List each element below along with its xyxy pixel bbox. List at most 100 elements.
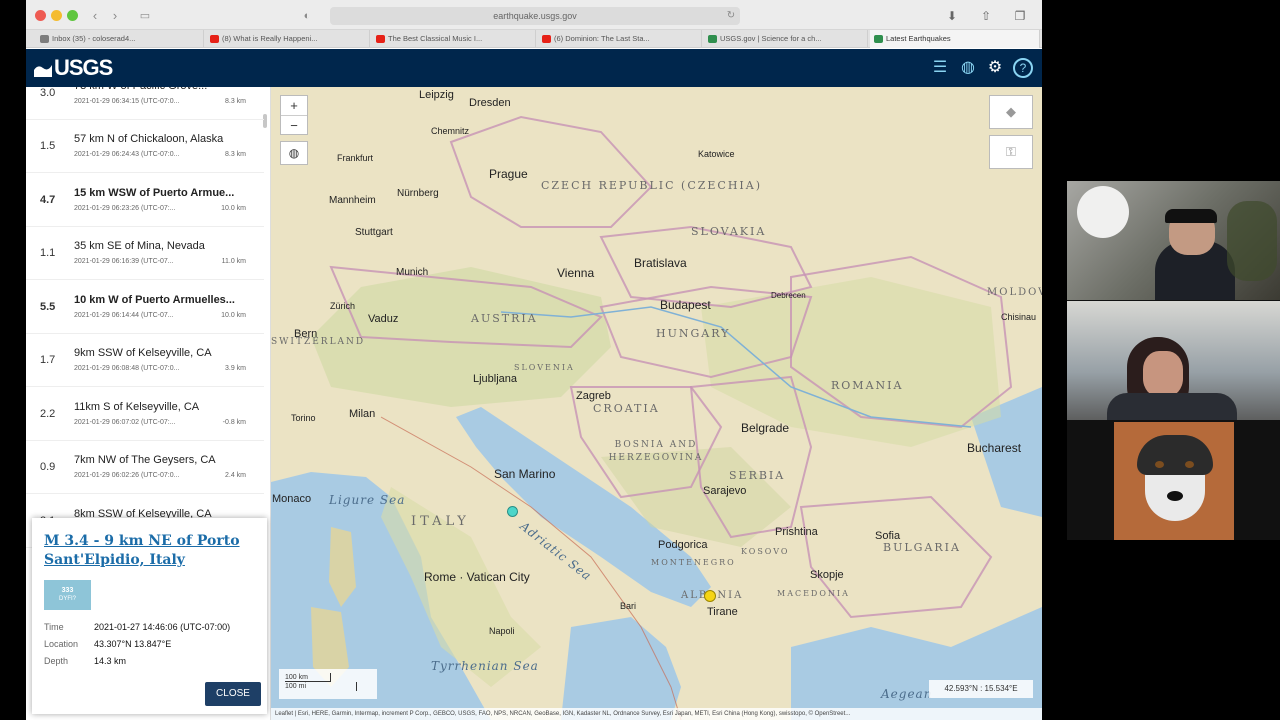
- earthquake-place: 15 km WSW of Puerto Armue...: [74, 187, 235, 199]
- earthquake-depth: 10.0 km: [221, 205, 246, 212]
- earthquake-magnitude: 0.9: [40, 461, 56, 473]
- earthquake-time: 2021-01-29 06:02:26 (UTC-07:0...: [74, 472, 180, 479]
- earthquake-list-item[interactable]: 5.5 10 km W of Puerto Armuelles... 2021-01…: [26, 281, 264, 334]
- country-label: ROMANIA: [831, 379, 904, 392]
- dog-eye-right: [1185, 461, 1194, 468]
- usgs-header: USGS ☰ ◍ ⚙ ?: [26, 49, 1042, 87]
- tab-youtube-2[interactable]: The Best Classical Music I...: [372, 30, 536, 48]
- map-view[interactable]: + − ◍ ◆ ⚿ CZECH REPUBLIC (CZECHIA) SLOVA…: [271, 87, 1042, 720]
- country-label: HUNGARY: [656, 327, 731, 340]
- download-icon[interactable]: ⬇: [944, 8, 960, 24]
- dog-nose: [1167, 491, 1183, 501]
- person-cap: [1165, 209, 1217, 223]
- help-icon[interactable]: ?: [1013, 58, 1033, 78]
- city-label: Bratislava: [634, 256, 687, 270]
- country-label: BULGARIA: [883, 541, 961, 554]
- youtube-icon: [542, 35, 551, 43]
- close-button[interactable]: CLOSE: [205, 682, 261, 706]
- city-label: Milan: [349, 408, 376, 420]
- city-label: Katowice: [698, 149, 735, 159]
- usgs-logo[interactable]: USGS: [34, 56, 113, 80]
- earthquake-depth: 10.0 km: [221, 312, 246, 319]
- screen: ‹ › ▭ ◐ earthquake.usgs.gov ↻ ⬇ ⇧ ❐ Inbo…: [0, 0, 1280, 720]
- earthquake-place: 57 km N of Chickaloon, Alaska: [74, 133, 224, 145]
- city-label: Napoli: [489, 626, 515, 636]
- zoom-in-button[interactable]: +: [281, 96, 307, 116]
- earthquake-list-item[interactable]: 1.7 9km SSW of Kelseyville, CA 2021-01-29 …: [26, 334, 264, 387]
- shield-icon[interactable]: ◐: [298, 8, 316, 24]
- tab-latest-earthquakes[interactable]: Latest Earthquakes: [870, 30, 1040, 48]
- zoom-out-button[interactable]: −: [281, 116, 307, 135]
- earthquake-list-item[interactable]: 3.0 73 km W of Pacific Grove... 2021-01-29…: [26, 87, 264, 120]
- key-icon[interactable]: ⚿: [989, 135, 1033, 169]
- earthquake-list-item[interactable]: 1.5 57 km N of Chickaloon, Alaska 2021-01-…: [26, 120, 264, 173]
- reload-icon[interactable]: ↻: [722, 8, 740, 24]
- city-label: Belgrade: [741, 421, 790, 435]
- layers-icon[interactable]: ◆: [989, 95, 1033, 129]
- city-label: San Marino: [494, 467, 556, 481]
- location-value: 43.307°N 13.847°E: [94, 639, 172, 649]
- window-close-button[interactable]: [35, 10, 46, 21]
- dyfi-badge[interactable]: 333 DYFI?: [44, 580, 91, 610]
- earthquake-place: 9km SSW of Kelseyville, CA: [74, 347, 212, 359]
- zoom-control: + −: [280, 95, 308, 135]
- earthquake-list-item[interactable]: 4.7 15 km WSW of Puerto Armue... 2021-01-2…: [26, 174, 264, 227]
- city-label: Dresden: [469, 97, 511, 109]
- back-icon[interactable]: ‹: [86, 8, 104, 24]
- earthquake-list-item[interactable]: 2.2 11km S of Kelseyville, CA 2021-01-29 0…: [26, 388, 264, 441]
- person-face: [1143, 351, 1183, 397]
- city-label: Torino: [291, 413, 316, 423]
- tab-inbox[interactable]: Inbox (35) - coloserad4...: [36, 30, 204, 48]
- country-label: SLOVENIA: [514, 363, 575, 372]
- share-icon[interactable]: ⇧: [978, 8, 994, 24]
- tab-youtube-1[interactable]: (8) What is Really Happeni...: [206, 30, 370, 48]
- tab-youtube-3[interactable]: (6) Dominion: The Last Sta...: [538, 30, 702, 48]
- city-label: Budapest: [660, 298, 711, 312]
- earthquake-time: 2021-01-29 06:16:39 (UTC-07...: [74, 258, 174, 265]
- city-label: Bucharest: [967, 441, 1022, 455]
- country-label: SERBIA: [729, 469, 786, 482]
- video-call-panel: [1067, 181, 1280, 540]
- tabs-overview-icon[interactable]: ❐: [1012, 8, 1028, 24]
- city-label: Bari: [620, 601, 637, 611]
- gear-icon[interactable]: ⚙: [985, 58, 1005, 78]
- globe-view-icon[interactable]: ◍: [280, 141, 308, 165]
- address-bar[interactable]: earthquake.usgs.gov: [330, 7, 740, 25]
- window-maximize-button[interactable]: [67, 10, 78, 21]
- person-body: [1107, 393, 1237, 420]
- dog-mask: [1137, 435, 1213, 475]
- earthquake-magnitude: 2.2: [40, 408, 56, 420]
- depth-label: Depth: [44, 656, 69, 666]
- earthquake-marker-selected[interactable]: [507, 506, 518, 517]
- globe-icon[interactable]: ◍: [958, 58, 978, 78]
- event-title-link[interactable]: M 3.4 - 9 km NE of Porto Sant'Elpidio, I…: [44, 532, 259, 570]
- sidebar-icon[interactable]: ▭: [136, 8, 154, 24]
- list-icon[interactable]: ☰: [930, 58, 950, 78]
- city-label: Skopje: [810, 569, 844, 581]
- sea-label: Ligure Sea: [329, 493, 406, 507]
- earthquake-time: 2021-01-29 06:07:02 (UTC-07:...: [74, 419, 176, 426]
- browser-titlebar: ‹ › ▭ ◐ earthquake.usgs.gov ↻ ⬇ ⇧ ❐: [26, 0, 1042, 30]
- dyfi-count: 333: [61, 587, 74, 594]
- city-label: Monaco: [272, 493, 312, 505]
- participant-video-3: [1067, 421, 1280, 540]
- earthquake-time: 2021-01-29 06:34:15 (UTC-07:0...: [74, 98, 180, 105]
- earthquake-time: 2021-01-29 06:24:43 (UTC-07:0...: [74, 151, 180, 158]
- usgs-favicon-icon: [708, 35, 717, 43]
- earthquake-depth: 8.3 km: [224, 151, 246, 158]
- earthquake-marker[interactable]: [704, 590, 716, 602]
- earthquake-list-item[interactable]: 1.1 35 km SE of Mina, Nevada 2021-01-29 06…: [26, 227, 264, 280]
- country-label: SLOVAKIA: [691, 225, 767, 238]
- country-label: BOSNIA AND HERZEGOVINA: [608, 440, 704, 463]
- window-minimize-button[interactable]: [51, 10, 62, 21]
- participant-video-2: [1067, 301, 1280, 420]
- earthquake-place: 11km S of Kelseyville, CA: [74, 401, 200, 413]
- city-label: Munich: [396, 267, 429, 278]
- earthquake-place: 73 km W of Pacific Grove...: [74, 87, 254, 92]
- city-label: Podgorica: [658, 539, 708, 551]
- forward-icon[interactable]: ›: [106, 8, 124, 24]
- earthquake-list-item[interactable]: 0.9 7km NW of The Geysers, CA 2021-01-29 0…: [26, 441, 264, 494]
- tab-usgs[interactable]: USGS.gov | Science for a ch...: [704, 30, 868, 48]
- dog-eye-left: [1155, 461, 1164, 468]
- earthquake-time: 2021-01-29 06:23:26 (UTC-07:...: [74, 205, 176, 212]
